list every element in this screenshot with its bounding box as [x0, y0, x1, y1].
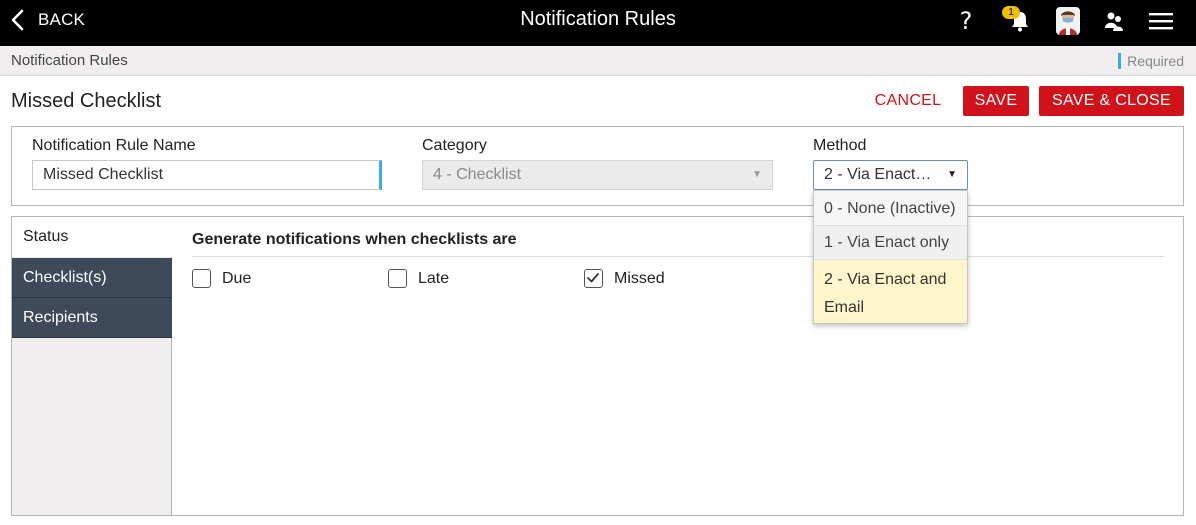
- tab-status[interactable]: Status: [12, 217, 173, 257]
- section-title: Generate notifications when checklists a…: [192, 231, 517, 248]
- checkbox-box: [388, 269, 407, 288]
- caret-down-icon: ▼: [947, 169, 957, 180]
- missed-checkbox[interactable]: Missed: [584, 269, 665, 288]
- checkmark-icon: [587, 273, 599, 283]
- checkbox-box: [584, 269, 603, 288]
- late-checkbox[interactable]: Late: [388, 269, 449, 288]
- save-and-close-button[interactable]: SAVE & CLOSE: [1039, 86, 1184, 116]
- notification-badge: 1: [1002, 6, 1020, 19]
- method-dropdown: 0 - None (Inactive) 1 - Via Enact only 2…: [813, 190, 968, 324]
- category-label: Category: [422, 137, 487, 154]
- caret-down-icon: ▼: [752, 169, 762, 180]
- method-option-none[interactable]: 0 - None (Inactive): [814, 191, 967, 226]
- name-label: Notification Rule Name: [32, 137, 196, 154]
- method-option-enact-email[interactable]: 2 - Via Enact and Email: [814, 260, 967, 323]
- save-button[interactable]: SAVE: [963, 86, 1029, 116]
- top-bar: BACK Notification Rules ? 1: [0, 0, 1196, 46]
- menu-icon[interactable]: [1148, 6, 1174, 36]
- rule-name-field[interactable]: Missed Checklist: [32, 160, 382, 190]
- late-label: Late: [418, 269, 450, 287]
- page-title: Missed Checklist: [11, 90, 162, 112]
- category-select: 4 - Checklist ▼: [422, 160, 773, 190]
- people-icon[interactable]: [1102, 6, 1126, 36]
- method-label: Method: [813, 137, 867, 154]
- method-value: 2 - Via Enact…: [824, 166, 932, 183]
- side-tabs: Status Checklist(s) Recipients: [12, 217, 173, 515]
- category-value: 4 - Checklist: [433, 166, 522, 183]
- rule-details-panel: Notification Rule Name Missed Checklist …: [11, 126, 1184, 206]
- method-option-enact-only[interactable]: 1 - Via Enact only: [814, 226, 967, 260]
- missed-label: Missed: [614, 269, 665, 287]
- tab-recipients[interactable]: Recipients: [12, 298, 172, 338]
- tab-checklists[interactable]: Checklist(s): [12, 258, 172, 298]
- due-checkbox[interactable]: Due: [192, 269, 251, 288]
- tabs-panel: Status Checklist(s) Recipients Generate …: [11, 216, 1184, 516]
- breadcrumb: Notification Rules: [11, 52, 128, 69]
- divider: [192, 256, 1164, 257]
- breadcrumb-bar: Notification Rules Required: [0, 46, 1196, 76]
- due-label: Due: [222, 269, 252, 287]
- method-select[interactable]: 2 - Via Enact… ▼: [813, 160, 968, 190]
- cancel-button[interactable]: CANCEL: [866, 86, 950, 116]
- checkbox-box: [192, 269, 211, 288]
- required-legend: Required: [1118, 53, 1184, 69]
- help-icon[interactable]: ?: [955, 6, 977, 36]
- avatar-icon[interactable]: [1056, 6, 1080, 36]
